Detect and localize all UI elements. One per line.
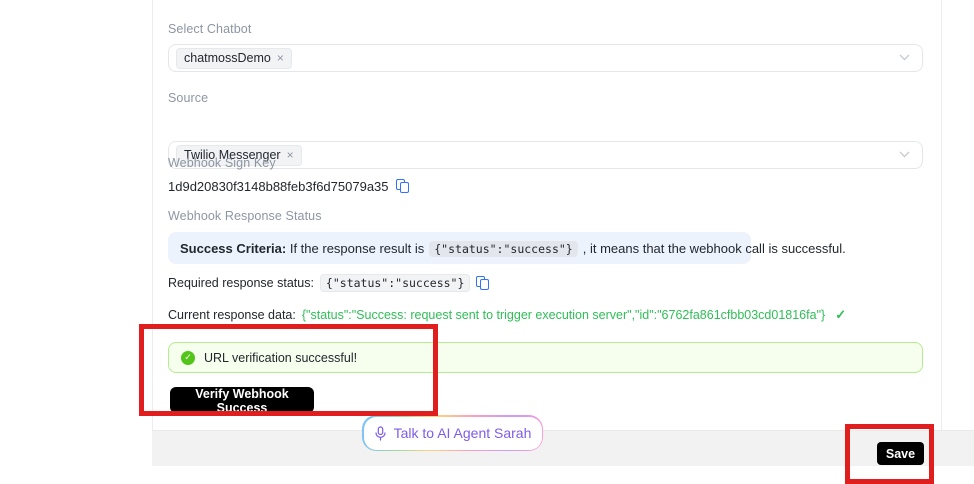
talk-to-agent-button[interactable]: Talk to AI Agent Sarah bbox=[362, 415, 543, 451]
save-button[interactable]: Save bbox=[877, 442, 924, 465]
verification-success-alert: ✓ URL verification successful! bbox=[168, 342, 923, 373]
source-select[interactable]: Twilio Messenger × bbox=[168, 141, 923, 169]
microphone-icon bbox=[374, 426, 387, 441]
required-response-code: {"status":"success"} bbox=[320, 274, 470, 292]
sign-key-label: Webhook Sign Key bbox=[168, 156, 276, 170]
required-response-row: Required response status: {"status":"suc… bbox=[168, 274, 489, 292]
success-criteria-after: , it means that the webhook call is succ… bbox=[583, 241, 846, 256]
source-label: Source bbox=[168, 91, 208, 105]
required-response-label: Required response status: bbox=[168, 276, 314, 290]
success-criteria-code: {"status":"success"} bbox=[429, 241, 577, 257]
chatbot-tag: chatmossDemo × bbox=[176, 48, 292, 69]
success-criteria-title: Success Criteria: bbox=[180, 241, 286, 256]
copy-icon[interactable] bbox=[476, 276, 489, 291]
chatbot-tag-label: chatmossDemo bbox=[184, 51, 271, 66]
remove-tag-icon[interactable]: × bbox=[277, 51, 284, 66]
remove-tag-icon[interactable]: × bbox=[287, 148, 294, 163]
checkmark-icon: ✓ bbox=[835, 307, 846, 323]
sign-key-row: 1d9d20830f3148b88feb3f6d75079a35 bbox=[168, 179, 409, 194]
verify-webhook-button[interactable]: Verify Webhook Success bbox=[170, 387, 314, 413]
current-response-value: {"status":"Success: request sent to trig… bbox=[302, 308, 825, 322]
current-response-row: Current response data: {"status":"Succes… bbox=[168, 307, 948, 323]
footer-bar bbox=[152, 430, 974, 466]
copy-icon[interactable] bbox=[396, 179, 409, 194]
success-criteria-box: Success Criteria: If the response result… bbox=[168, 232, 751, 264]
chevron-down-icon[interactable] bbox=[899, 149, 910, 161]
current-response-label: Current response data: bbox=[168, 308, 296, 322]
webhook-settings-page: Select Chatbot chatmossDemo × Source Twi… bbox=[0, 0, 974, 466]
success-criteria-before: If the response result is bbox=[286, 241, 424, 256]
response-status-label: Webhook Response Status bbox=[168, 209, 322, 223]
success-criteria-text: Success Criteria: If the response result… bbox=[180, 241, 846, 256]
verification-success-message: URL verification successful! bbox=[204, 351, 357, 365]
talk-to-agent-label: Talk to AI Agent Sarah bbox=[394, 425, 532, 441]
chevron-down-icon[interactable] bbox=[899, 52, 910, 64]
sign-key-value: 1d9d20830f3148b88feb3f6d75079a35 bbox=[168, 179, 389, 194]
check-circle-icon: ✓ bbox=[181, 351, 195, 365]
chatbot-label: Select Chatbot bbox=[168, 22, 251, 36]
chatbot-select[interactable]: chatmossDemo × bbox=[168, 44, 923, 72]
